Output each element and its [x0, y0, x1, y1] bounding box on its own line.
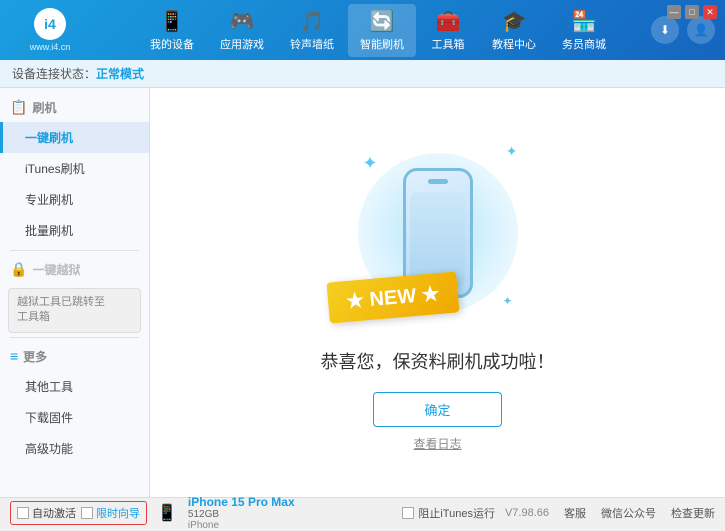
sidebar-item-other-tools[interactable]: 其他工具: [0, 371, 149, 402]
ringtone-nav-label: 铃声墙纸: [290, 36, 334, 52]
status-mode: 正常模式: [96, 65, 144, 82]
divider-2: [10, 337, 139, 338]
my-device-nav-label: 我的设备: [150, 36, 194, 52]
ringtone-nav-icon: 🎵: [300, 9, 325, 34]
jailbreak-section-label: 一键越狱: [32, 261, 80, 278]
nav-item-toolbox[interactable]: 🧰 工具箱: [418, 4, 478, 57]
apps-nav-label: 应用游戏: [220, 36, 264, 52]
bottom-right: V7.98.66 客服 微信公众号 检查更新: [505, 505, 715, 521]
sidebar-section-jailbreak: 🔒 一键越狱: [0, 255, 149, 284]
view-log-link[interactable]: 查看日志: [413, 435, 461, 452]
toolbox-nav-label: 工具箱: [432, 36, 465, 52]
nav-item-smart-flash[interactable]: 🔄 智能刷机: [348, 4, 416, 57]
minimize-button[interactable]: —: [667, 5, 681, 19]
more-section-icon: ≡: [10, 348, 18, 364]
sidebar-item-one-click[interactable]: 一键刷机: [0, 122, 149, 153]
smart-flash-nav-icon: 🔄: [370, 9, 395, 34]
more-section-label: 更多: [23, 348, 47, 365]
smart-flash-nav-label: 智能刷机: [360, 36, 404, 52]
bottom-left: 自动激活 限时向导 📱 iPhone 15 Pro Max 512GB iPho…: [10, 495, 392, 531]
sparkle-top-left: ✦: [363, 153, 378, 174]
logo: i4 www.i4.cn: [10, 8, 90, 52]
success-message: 恭喜您，保资料刷机成功啦！: [321, 348, 555, 374]
nav-item-apps[interactable]: 🎮 应用游戏: [208, 4, 276, 57]
top-nav-bar: i4 www.i4.cn 📱 我的设备 🎮 应用游戏 🎵 铃声墙纸 🔄 智能刷机 🧰 工具箱 🎓 教程…: [0, 0, 725, 60]
sidebar-item-download-fw[interactable]: 下载固件: [0, 402, 149, 433]
nav-item-ringtone[interactable]: 🎵 铃声墙纸: [278, 4, 346, 57]
window-controls: — □ ✕: [667, 5, 717, 19]
sparkle-top-right: ✦: [506, 143, 518, 160]
sparkle-bottom-right: ✦: [502, 294, 512, 308]
nav-item-my-device[interactable]: 📱 我的设备: [138, 4, 206, 57]
flash-section-label: 刷机: [32, 99, 56, 116]
customer-service-link[interactable]: 客服: [564, 505, 586, 521]
new-banner: ★ NEW ★: [326, 271, 459, 323]
time-guide-label[interactable]: 限时向导: [81, 505, 140, 521]
bottom-bar: 自动激活 限时向导 📱 iPhone 15 Pro Max 512GB iPho…: [0, 497, 725, 527]
tutorial-nav-icon: 🎓: [502, 9, 527, 34]
device-section: iPhone 15 Pro Max 512GB iPhone: [183, 495, 295, 531]
status-label: 设备连接状态：: [12, 65, 96, 82]
time-guide-text: 限时向导: [96, 505, 140, 521]
time-guide-checkbox[interactable]: [81, 507, 93, 519]
sidebar-section-flash: 📋 刷机: [0, 93, 149, 122]
flash-section-icon: 📋: [10, 99, 27, 116]
toolbox-nav-icon: 🧰: [436, 9, 461, 34]
nav-items: 📱 我的设备 🎮 应用游戏 🎵 铃声墙纸 🔄 智能刷机 🧰 工具箱 🎓 教程中心 🏪 务员商城: [105, 4, 651, 57]
content-area: ✦ ✦ ✦ ★ NEW ★ 恭喜您，保资料刷机成功啦！ 确定 查看日志: [150, 88, 725, 497]
checkbox-group: 自动激活 限时向导: [10, 501, 147, 525]
tutorial-nav-label: 教程中心: [492, 36, 536, 52]
top-right-actions: ⬇ 👤: [651, 16, 715, 44]
download-button[interactable]: ⬇: [651, 16, 679, 44]
my-device-nav-icon: 📱: [160, 9, 185, 34]
jailbreak-redirect-note: 越狱工具已跳转至工具箱: [8, 288, 141, 333]
auto-activate-label[interactable]: 自动激活: [17, 505, 76, 521]
logo-url: www.i4.cn: [30, 42, 71, 52]
logo-letter: i4: [44, 16, 56, 32]
itunes-label: 阻止iTunes运行: [418, 505, 495, 521]
check-update-link[interactable]: 检查更新: [671, 505, 715, 521]
confirm-button[interactable]: 确定: [373, 392, 501, 427]
itunes-checkbox[interactable]: [402, 507, 414, 519]
itunes-bar: 阻止iTunes运行: [402, 505, 495, 521]
sidebar-item-advanced[interactable]: 高级功能: [0, 433, 149, 464]
device-icon: 📱: [157, 503, 177, 523]
nav-item-store[interactable]: 🏪 务员商城: [550, 4, 618, 57]
logo-icon: i4: [34, 8, 66, 40]
jailbreak-section-icon: 🔒: [10, 261, 27, 278]
sidebar: 📋 刷机 一键刷机 iTunes刷机 专业刷机 批量刷机 🔒 一键越狱 越狱工具…: [0, 88, 150, 497]
version-text: V7.98.66: [505, 507, 549, 519]
sidebar-item-itunes[interactable]: iTunes刷机: [0, 153, 149, 184]
sidebar-item-pro[interactable]: 专业刷机: [0, 184, 149, 215]
phone-notch: [428, 179, 448, 184]
sidebar-section-more: ≡ 更多: [0, 342, 149, 371]
store-nav-label: 务员商城: [562, 36, 606, 52]
device-storage: 512GB: [188, 509, 295, 520]
main-layout: 📋 刷机 一键刷机 iTunes刷机 专业刷机 批量刷机 🔒 一键越狱 越狱工具…: [0, 88, 725, 497]
device-type: iPhone: [188, 520, 295, 531]
divider-1: [10, 250, 139, 251]
status-bar: 设备连接状态： 正常模式: [0, 60, 725, 88]
user-button[interactable]: 👤: [687, 16, 715, 44]
apps-nav-icon: 🎮: [230, 9, 255, 34]
close-button[interactable]: ✕: [703, 5, 717, 19]
sidebar-item-batch[interactable]: 批量刷机: [0, 215, 149, 246]
maximize-button[interactable]: □: [685, 5, 699, 19]
wechat-link[interactable]: 微信公众号: [601, 505, 656, 521]
nav-item-tutorial[interactable]: 🎓 教程中心: [480, 4, 548, 57]
phone-illustration: ✦ ✦ ✦ ★ NEW ★: [338, 133, 538, 333]
auto-activate-checkbox[interactable]: [17, 507, 29, 519]
auto-activate-text: 自动激活: [32, 505, 76, 521]
store-nav-icon: 🏪: [572, 9, 597, 34]
